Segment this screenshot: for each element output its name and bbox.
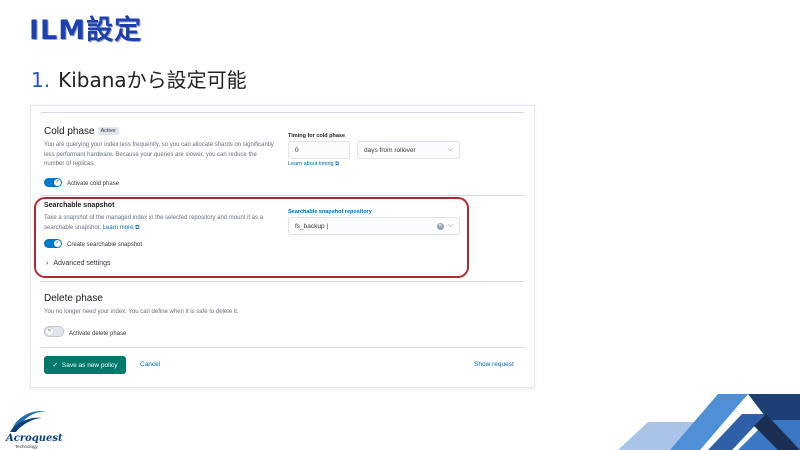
chevron-down-icon: ⌵ — [447, 146, 453, 153]
cold-phase-header: Cold phase Active — [44, 126, 119, 137]
top-divider — [41, 112, 524, 113]
company-logo: Acroquest Technology — [6, 408, 63, 449]
delete-phase-toggle[interactable]: ✕ — [44, 326, 64, 337]
cold-phase-switch-label: Activate cold phase — [67, 181, 120, 187]
cold-phase-description: You are querying your index less frequen… — [44, 142, 274, 167]
check-icon: ✓ — [54, 179, 61, 186]
timing-value: 0 — [295, 146, 299, 154]
timing-input[interactable]: 0 — [288, 141, 350, 159]
searchable-snapshot-highlight — [34, 197, 469, 278]
timing-unit-value: days from rollover — [364, 146, 416, 154]
subtitle-number: 1. — [31, 68, 51, 92]
save-as-new-policy-button[interactable]: ✓ Save as new policy — [44, 356, 126, 374]
slide-title: ILM設定 — [29, 15, 143, 46]
delete-phase-switch-label: Activate delete phase — [69, 331, 127, 337]
delete-phase-description: You no longer need your index. You can d… — [44, 309, 239, 315]
show-request-button[interactable]: Show request — [474, 361, 514, 368]
logo-tagline: Technology — [15, 444, 38, 449]
decorative-corner-graphic — [618, 394, 800, 450]
logo-name: Acroquest — [6, 433, 63, 444]
logo-swoosh-icon — [10, 410, 46, 432]
cold-phase-toggle[interactable]: ✓ — [44, 178, 62, 187]
footer-divider — [41, 347, 524, 348]
section-divider — [41, 195, 524, 196]
cancel-button[interactable]: Cancel — [140, 361, 160, 368]
delete-phase-switch[interactable]: ✕ Activate delete phase — [44, 326, 126, 339]
slide-subtitle: 1. Kibanaから設定可能 — [31, 64, 247, 93]
section-divider — [41, 281, 524, 282]
status-badge: Active — [97, 127, 119, 135]
cross-icon: ✕ — [46, 328, 53, 335]
external-link-icon: ⧉ — [335, 161, 340, 167]
timing-unit-select[interactable]: days from rollover ⌵ — [357, 141, 460, 159]
cold-phase-title: Cold phase — [44, 126, 95, 137]
learn-timing-link[interactable]: Learn about timing ⧉ — [288, 161, 339, 168]
check-icon: ✓ — [52, 362, 58, 369]
subtitle-text: Kibanaから設定可能 — [58, 68, 247, 92]
timing-label: Timing for cold phase — [288, 133, 346, 139]
cold-phase-switch[interactable]: ✓ Activate cold phase — [44, 178, 119, 189]
delete-phase-title: Delete phase — [44, 293, 103, 304]
